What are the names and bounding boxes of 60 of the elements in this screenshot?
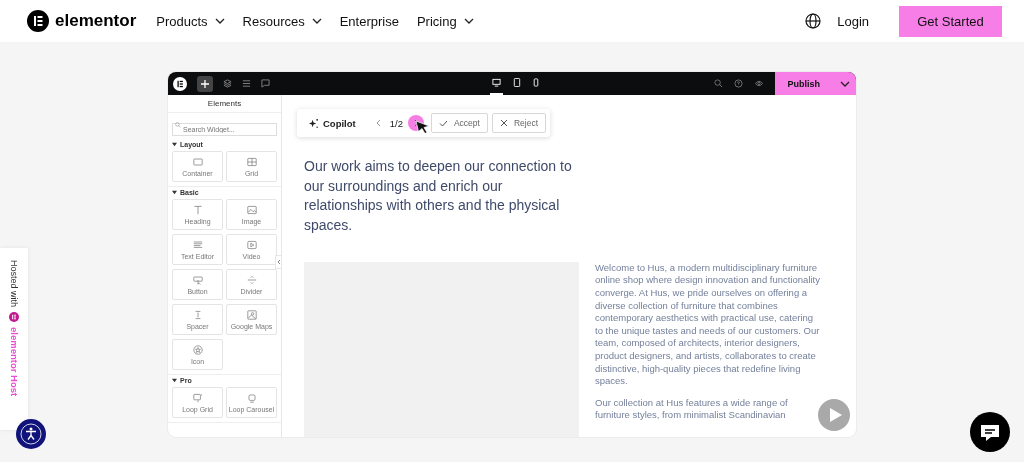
star-icon — [191, 344, 204, 356]
grid-icon — [245, 156, 258, 168]
get-started-button[interactable]: Get Started — [899, 5, 1002, 37]
map-icon — [245, 309, 258, 321]
accept-button[interactable]: Accept — [430, 113, 488, 133]
loop-grid-icon — [191, 392, 204, 404]
nav-menu-item[interactable]: Enterprise — [339, 13, 399, 29]
panel-title: Elements — [168, 95, 281, 113]
globe-icon[interactable] — [805, 13, 822, 29]
brand-name[interactable]: elementor — [55, 11, 137, 31]
chat-button[interactable] — [970, 412, 1010, 452]
pointer-icon — [191, 274, 204, 286]
check-icon — [438, 119, 448, 127]
nav-menu-item[interactable]: Products — [156, 13, 225, 29]
layers-icon[interactable] — [223, 79, 232, 88]
t-letter-icon — [191, 204, 204, 216]
logo-icon[interactable] — [27, 10, 49, 32]
play-icon — [245, 239, 258, 251]
suggestion-counter: 1/2 — [389, 117, 403, 129]
search-icon — [175, 122, 181, 128]
login-link[interactable]: Login — [837, 13, 869, 29]
text-lines-icon — [191, 239, 204, 251]
caret-icon[interactable] — [172, 142, 177, 147]
reject-button[interactable]: Reject — [491, 113, 547, 133]
accessibility-button[interactable] — [16, 419, 46, 449]
caret-icon[interactable] — [311, 18, 322, 24]
eye-icon[interactable] — [754, 79, 765, 88]
image-icon — [245, 204, 258, 216]
phone-icon[interactable] — [533, 78, 539, 87]
nav-menu-item[interactable]: Resources — [242, 13, 322, 29]
hosted-with-tab[interactable]: Hosted with elementor Host — [0, 248, 28, 430]
caret-icon[interactable] — [172, 190, 177, 195]
monitor-icon[interactable] — [492, 78, 501, 87]
chevron-icon[interactable] — [276, 259, 281, 265]
caret-icon[interactable] — [214, 18, 225, 24]
copilot-label: Copilot — [323, 117, 356, 129]
frame-icon — [191, 156, 204, 168]
caret-icon[interactable] — [840, 80, 850, 87]
caret-icon[interactable] — [172, 378, 177, 383]
nav-menu-item[interactable]: Pricing — [416, 13, 474, 29]
search-icon[interactable] — [714, 79, 724, 88]
caret-icon[interactable] — [463, 18, 474, 24]
page-heading: Our work aims to deepen our connection to our surroundings and enrich our relationships with others and the physical spaces. — [304, 157, 573, 236]
tablet-icon[interactable] — [513, 78, 521, 87]
help-icon[interactable] — [734, 79, 744, 88]
sliders-icon[interactable] — [242, 79, 251, 88]
add-icon[interactable] — [197, 75, 213, 92]
logo-icon[interactable] — [173, 76, 187, 91]
logo-icon — [9, 312, 19, 323]
sparkle-icon — [308, 117, 319, 129]
hosted-with-label: Hosted with — [9, 260, 19, 308]
previous-icon[interactable] — [375, 119, 381, 127]
comment-icon[interactable] — [261, 79, 270, 88]
body-paragraph: Our collection at Hus features a wide range of furniture styles, from minimalist Scandinavian — [595, 396, 789, 422]
close-icon — [499, 119, 508, 127]
carousel-icon — [245, 392, 258, 404]
body-paragraph: Welcome to Hus, a modern multidisciplinary furniture online shop where design innovation and functionality converge. At Hus, we pride ourselves on offering a diverse collection of furniture that combines contemporary aesthetics with practical use, catering to the unique tastes and needs of our customers. Our team, composed of architects, interior designers, product designers, and artists, collaborates to create distinctive, high-quality pieces that redefine living spaces. — [595, 261, 821, 388]
divider-icon — [245, 274, 258, 286]
host-brand: elementor Host — [8, 327, 20, 397]
collapse-handle[interactable] — [275, 255, 281, 269]
